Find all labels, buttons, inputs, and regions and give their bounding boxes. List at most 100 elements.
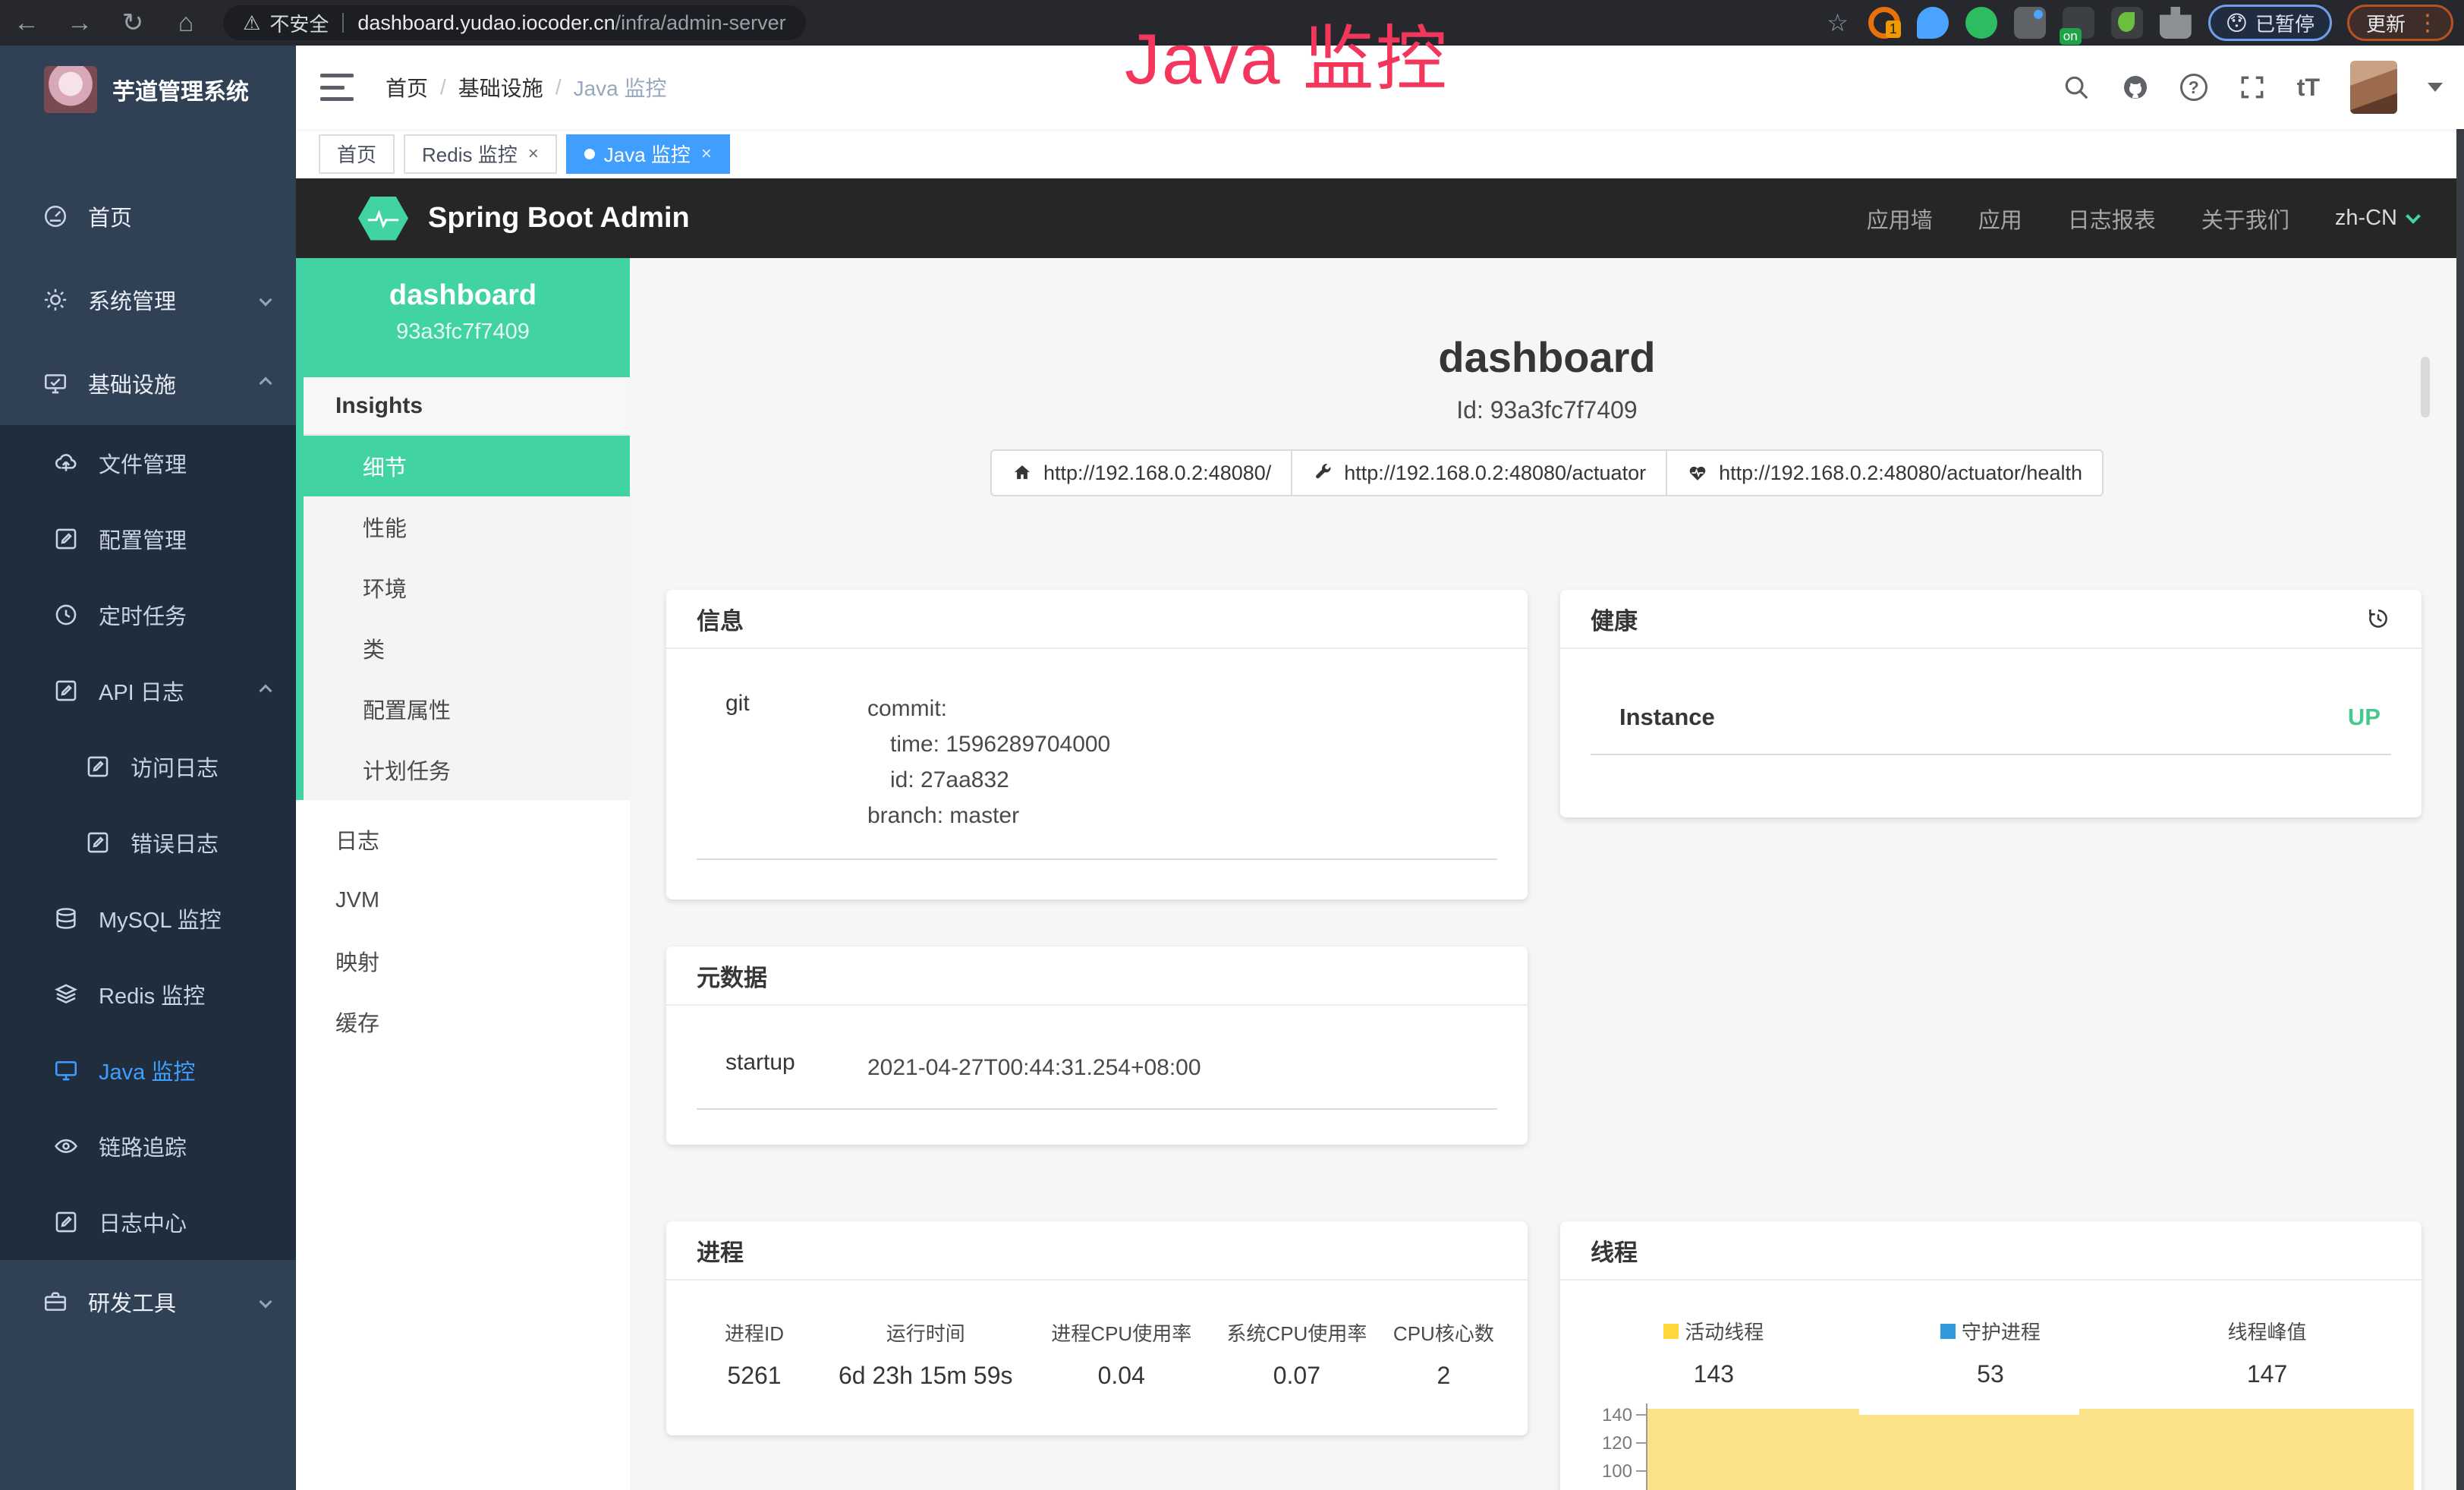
- sba-logo-icon[interactable]: [358, 197, 408, 241]
- col-header-uptime: 运行时间: [820, 1318, 1032, 1347]
- sba-brand-title[interactable]: Spring Boot Admin: [428, 202, 690, 235]
- address-bar[interactable]: ⚠ 不安全 dashboard.yudao.iocoder.cn /infra/…: [223, 5, 806, 40]
- window-scrollbar[interactable]: [2456, 125, 2464, 1490]
- dashboard-icon: [42, 203, 68, 229]
- sidebar-toggle-icon[interactable]: [320, 74, 354, 101]
- home-icon[interactable]: ⌂: [159, 8, 212, 38]
- not-secure-label[interactable]: 不安全: [269, 9, 329, 37]
- history-icon[interactable]: [2365, 606, 2391, 632]
- bookmark-star-icon[interactable]: ☆: [1827, 8, 1849, 37]
- y-tickmark: [1636, 1470, 1646, 1472]
- user-avatar[interactable]: [2350, 61, 2397, 114]
- sba-locale-select[interactable]: zh-CN: [2335, 206, 2418, 231]
- sidebar-item-error-log[interactable]: 错误日志: [0, 805, 296, 880]
- log-edit-icon: [53, 1209, 79, 1235]
- sidebar-item-log-center[interactable]: 日志中心: [0, 1184, 296, 1260]
- sidebar-item-config-mgmt[interactable]: 配置管理: [0, 501, 296, 577]
- sidebar-item-mysql-monitor[interactable]: MySQL 监控: [0, 880, 296, 956]
- extension-icon-dark[interactable]: on: [2063, 7, 2094, 39]
- profile-emoji: 😯: [2226, 11, 2248, 36]
- sba-instance-header[interactable]: dashboard 93a3fc7f7409: [296, 258, 630, 377]
- sidebar-item-java-monitor[interactable]: Java 监控: [0, 1032, 296, 1108]
- back-icon[interactable]: ←: [0, 8, 53, 38]
- extensions-puzzle-icon[interactable]: [2160, 7, 2192, 39]
- github-icon[interactable]: [2121, 73, 2150, 102]
- database-icon: [53, 906, 79, 931]
- font-size-icon[interactable]: tT: [2297, 74, 2320, 102]
- extension-icon-leaf[interactable]: [2111, 7, 2143, 39]
- actuator-url-button[interactable]: http://192.168.0.2:48080/actuator: [1291, 449, 1667, 496]
- page-scrollbar-thumb[interactable]: [2421, 357, 2430, 417]
- sba-item-caches[interactable]: 缓存: [296, 991, 630, 1052]
- y-tick-120: 120: [1560, 1433, 1632, 1454]
- help-icon[interactable]: ?: [2180, 74, 2208, 101]
- log-edit-icon: [85, 830, 111, 855]
- sba-sidebar: dashboard 93a3fc7f7409 Insights 细节 性能 环境…: [296, 258, 630, 1490]
- insights-section: Insights 细节 性能 环境 类 配置属性 计划任务: [296, 377, 630, 800]
- extension-badge: 1: [1886, 20, 1901, 38]
- insights-header[interactable]: Insights: [304, 377, 630, 436]
- sba-item-details[interactable]: 细节: [304, 436, 630, 496]
- profile-paused-chip[interactable]: 😯 已暂停: [2208, 5, 2332, 41]
- extension-icon-green-circle[interactable]: [1965, 7, 1997, 39]
- health-url-button[interactable]: http://192.168.0.2:48080/actuator/health: [1666, 449, 2104, 496]
- breadcrumb-home[interactable]: 首页: [385, 72, 428, 102]
- forward-icon[interactable]: →: [53, 8, 106, 38]
- breadcrumb-current: Java 监控: [574, 72, 667, 102]
- search-icon[interactable]: [2062, 73, 2091, 102]
- sidebar-item-label: 基础设施: [88, 367, 176, 399]
- user-menu-caret-icon[interactable]: [2428, 83, 2443, 92]
- sba-item-logs[interactable]: 日志: [296, 809, 630, 870]
- sidebar-item-scheduled-jobs[interactable]: 定时任务: [0, 577, 296, 653]
- active-dot: [584, 149, 595, 159]
- reload-icon[interactable]: ↻: [106, 8, 159, 38]
- sidebar-item-infra[interactable]: 基础设施: [0, 342, 296, 425]
- close-icon[interactable]: ×: [528, 143, 539, 165]
- sba-item-environment[interactable]: 环境: [304, 557, 630, 618]
- browser-menu-icon[interactable]: ⋮: [2416, 10, 2439, 36]
- sidebar-item-tracing[interactable]: 链路追踪: [0, 1108, 296, 1184]
- tab-redis-monitor[interactable]: Redis 监控×: [404, 134, 557, 174]
- sba-nav-wall[interactable]: 应用墙: [1867, 203, 1933, 235]
- app-logo-row[interactable]: 芋道管理系统: [0, 46, 296, 133]
- breadcrumb-section: 基础设施: [458, 72, 543, 102]
- url-path[interactable]: /infra/admin-server: [615, 11, 786, 35]
- sidebar-item-api-log[interactable]: API 日志: [0, 653, 296, 729]
- sba-nav-about[interactable]: 关于我们: [2201, 203, 2289, 235]
- fullscreen-icon[interactable]: [2238, 73, 2267, 102]
- extension-icon-orange[interactable]: 1: [1868, 7, 1900, 39]
- sidebar-item-label: 定时任务: [99, 599, 187, 631]
- log-edit-icon: [85, 754, 111, 780]
- not-secure-icon: ⚠: [243, 11, 260, 35]
- extension-icon-grid[interactable]: [2014, 7, 2046, 39]
- sidebar-item-access-log[interactable]: 访问日志: [0, 729, 296, 805]
- sidebar-item-label: Redis 监控: [99, 978, 205, 1010]
- process-card: 进程 进程ID5261 运行时间6d 23h 15m 59s 进程CPU使用率0…: [666, 1221, 1528, 1435]
- health-card: 健康 Instance UP: [1560, 590, 2422, 817]
- tab-java-monitor[interactable]: Java 监控×: [566, 134, 730, 174]
- sba-nav-journal[interactable]: 日志报表: [2068, 203, 2156, 235]
- sba-item-classes[interactable]: 类: [304, 618, 630, 679]
- tab-home[interactable]: 首页: [319, 134, 395, 174]
- sidebar-item-file-mgmt[interactable]: 文件管理: [0, 425, 296, 501]
- url-host[interactable]: dashboard.yudao.iocoder.cn: [357, 11, 615, 35]
- clock-icon: [53, 602, 79, 628]
- sba-item-metrics[interactable]: 性能: [304, 496, 630, 557]
- sba-item-jvm[interactable]: JVM: [296, 870, 630, 931]
- close-icon[interactable]: ×: [701, 143, 712, 165]
- sba-item-config-props[interactable]: 配置属性: [304, 679, 630, 739]
- sidebar-item-dev-tools[interactable]: 研发工具: [0, 1260, 296, 1344]
- sidebar-item-redis-monitor[interactable]: Redis 监控: [0, 956, 296, 1032]
- paused-label: 已暂停: [2255, 9, 2315, 37]
- sba-item-mappings[interactable]: 映射: [296, 931, 630, 991]
- sidebar-item-home[interactable]: 首页: [0, 175, 296, 258]
- sba-nav-applications[interactable]: 应用: [1978, 203, 2022, 235]
- git-branch-line: branch: master: [867, 798, 1110, 833]
- chrome-update-button[interactable]: 更新 ⋮: [2347, 5, 2453, 41]
- uptime-value: 6d 23h 15m 59s: [820, 1362, 1032, 1390]
- layers-icon: [53, 981, 79, 1007]
- service-url-button[interactable]: http://192.168.0.2:48080/: [990, 449, 1292, 496]
- extension-icon-pin[interactable]: [1917, 7, 1949, 39]
- sba-item-scheduled-tasks[interactable]: 计划任务: [304, 739, 630, 800]
- sidebar-item-system[interactable]: 系统管理: [0, 258, 296, 342]
